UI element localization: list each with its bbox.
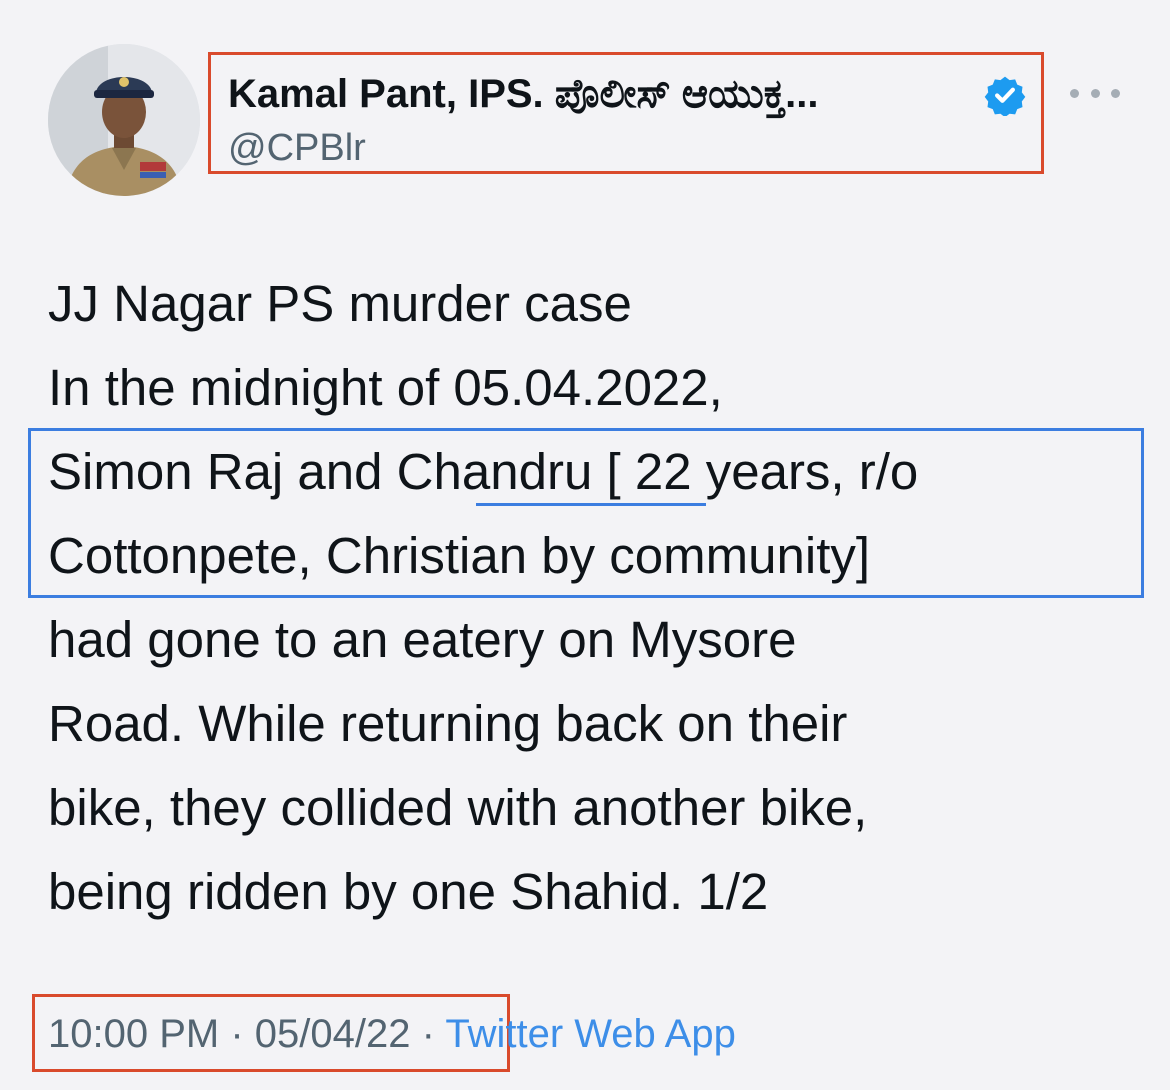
meta-separator: ·	[421, 1012, 435, 1056]
more-dot	[1070, 88, 1079, 98]
author-handle[interactable]: @CPBlr	[228, 125, 366, 171]
tweet-meta: 10:00 PM · 05/04/22 · Twitter Web App	[48, 1008, 736, 1060]
tweet-line: Simon Raj and Chandru [ 22 years, r/o	[48, 443, 919, 500]
tweet-date[interactable]: 05/04/22	[255, 1012, 411, 1056]
tweet-line: Cottonpete, Christian by community]	[48, 527, 871, 584]
tweet-text: JJ Nagar PS murder case In the midnight …	[48, 262, 1148, 934]
tweet-line: being ridden by one Shahid. 1/2	[48, 863, 769, 920]
tweet-line: bike, they collided with another bike,	[48, 779, 868, 836]
more-options-icon[interactable]	[1070, 78, 1120, 108]
author-display-name[interactable]: Kamal Pant, IPS. ಪೊಲೀಸ್ ಆಯುಕ್ತ...	[228, 70, 818, 118]
tweet-time[interactable]: 10:00 PM	[48, 1012, 219, 1056]
tweet-line: JJ Nagar PS murder case	[48, 275, 632, 332]
meta-separator: ·	[230, 1012, 244, 1056]
more-dot	[1090, 88, 1100, 98]
avatar[interactable]	[48, 44, 200, 196]
tweet-line: Road. While returning back on their	[48, 695, 848, 752]
police-officer-photo	[48, 44, 200, 196]
tweet-line: had gone to an eatery on Mysore	[48, 611, 797, 668]
more-dot	[1111, 88, 1120, 98]
verified-badge-icon	[984, 76, 1026, 116]
tweet-source-link[interactable]: Twitter Web App	[445, 1012, 736, 1056]
tweet-line: In the midnight of 05.04.2022,	[48, 359, 723, 416]
